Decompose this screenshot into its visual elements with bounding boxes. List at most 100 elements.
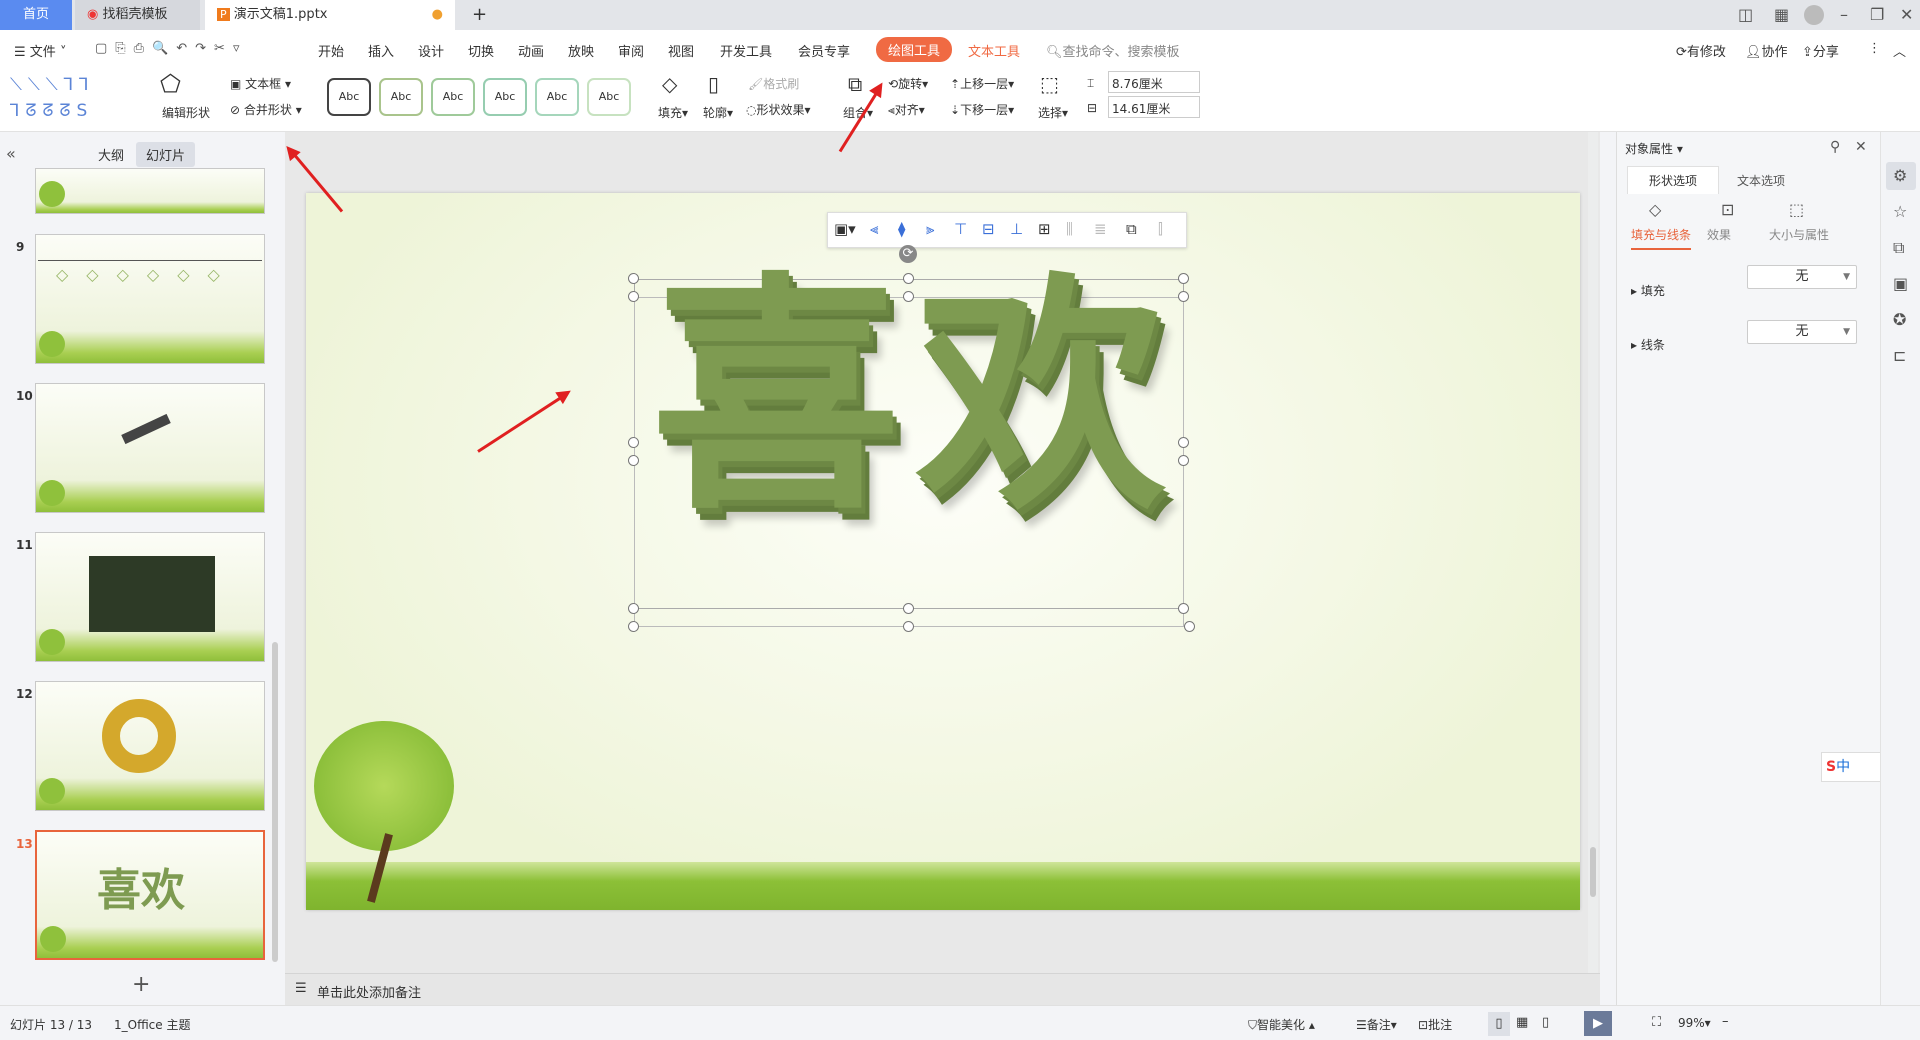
avatar[interactable] [1804,5,1824,25]
file-menu[interactable]: ☰ 文件 ˅ [14,41,66,60]
shape-style-1[interactable]: Abc [327,78,371,116]
resize-handle[interactable] [1178,273,1189,284]
height-input[interactable]: 8.76厘米 [1108,71,1200,93]
resize-handle[interactable] [628,621,639,632]
share-button[interactable]: ⇪分享 [1802,41,1839,60]
menu-member[interactable]: 会员专享 [798,41,850,60]
image-tool-icon[interactable]: ▣ [1893,276,1908,292]
menu-view[interactable]: 视图 [668,41,694,60]
align-right-icon[interactable]: ⫸ [926,220,934,238]
menu-slideshow[interactable]: 放映 [568,41,594,60]
select-button[interactable]: 选择▾ [1038,104,1068,121]
resize-handle[interactable] [903,291,914,302]
tab-document[interactable]: P 演示文稿1.pptx ● [205,0,455,30]
shape-style-6[interactable]: Abc [587,78,631,116]
reading-view-icon[interactable]: ▯ [1542,1015,1549,1030]
slide-thumbnail-12[interactable] [35,681,265,811]
resize-handle[interactable] [1178,437,1189,448]
group-objects-icon[interactable]: ⧉ [1126,220,1137,238]
shape-style-3[interactable]: Abc [431,78,475,116]
resize-handle[interactable] [628,603,639,614]
menu-text-tools[interactable]: 文本工具 [968,41,1020,60]
subtab-fill-line[interactable]: 填充与线条 [1631,226,1692,250]
edit-shape-button[interactable]: 编辑形状 [162,104,210,121]
collapse-ribbon-icon[interactable]: ︿ [1893,41,1906,60]
star-animation-icon[interactable]: ☆ [1893,204,1907,220]
align-bottom-icon[interactable]: ⊥ [1010,220,1023,238]
resize-handle[interactable] [903,273,914,284]
pin-icon[interactable]: ⚲ [1830,140,1840,154]
notes-placeholder[interactable]: 单击此处添加备注 [317,982,421,1001]
collapse-panel-icon[interactable]: « [6,146,16,162]
send-backward-button[interactable]: ⇣下移一层▾ [950,101,1014,118]
subtab-size-properties[interactable]: 大小与属性 [1769,226,1829,243]
bring-forward-button[interactable]: ⇡上移一层▾ [950,75,1014,92]
slide-title-char-1[interactable]: 喜 [651,248,901,548]
play-slideshow-button[interactable]: ▶ [1584,1011,1612,1036]
distribute-horizontal-icon[interactable]: ⫼ [1066,220,1073,238]
resize-handle[interactable] [1178,455,1189,466]
align-middle-icon[interactable]: ⊟ [982,220,995,238]
canvas-scrollbar[interactable] [1588,132,1598,973]
fit-window-icon[interactable]: ⛶ [1652,1015,1661,1030]
subtab-effect[interactable]: 效果 [1707,226,1731,243]
slide-sorter-icon[interactable]: ▦ [1516,1015,1528,1030]
new-tab-button[interactable]: + [460,0,487,30]
menu-review[interactable]: 审阅 [618,41,644,60]
normal-view-icon[interactable]: ▯ [1488,1012,1510,1036]
resize-handle[interactable] [1184,621,1195,632]
slide-thumbnail-13[interactable]: 喜欢 [35,830,265,960]
sliders-icon[interactable]: ⚙︎ [1893,168,1907,184]
slide-title-char-2[interactable]: 欢 [916,248,1166,548]
format-painter-button[interactable]: 🖌︎格式刷 [748,75,799,92]
rotate-button[interactable]: ⟲旋转▾ [888,75,928,92]
resize-handle[interactable] [1178,603,1189,614]
more-icon[interactable]: ⋮ [1868,41,1881,56]
slide[interactable]: ▣▾ ⫷ ⧫ ⫸ ⊤ ⊟ ⊥ ⊞ ⫼ ≣ ⧉ ⫿ ⟳ 喜 欢 [306,193,1580,910]
menu-animation[interactable]: 动画 [518,41,544,60]
menu-insert[interactable]: 插入 [368,41,394,60]
notes-toggle-button[interactable]: ☰备注▾ [1356,1016,1397,1033]
align-left-icon[interactable]: ⫷ [870,220,878,238]
tab-outline[interactable]: 大纲 [98,145,124,164]
line-select[interactable]: 无 ▼ [1747,320,1857,344]
textbox-button[interactable]: ▣ 文本框 ▾ [230,75,291,92]
command-search[interactable]: 🔍︎查找命令、搜索模板 [1046,41,1180,60]
zoom-out-button[interactable]: – [1722,1014,1729,1029]
slide-panel-scrollbar[interactable] [272,642,278,962]
fill-button[interactable]: 填充▾ [658,104,688,121]
apps-grid-icon[interactable]: ▦ [1774,7,1789,23]
resize-handle[interactable] [628,437,639,448]
minimize-icon[interactable]: – [1840,7,1848,23]
transition-icon[interactable]: ⧉ [1893,240,1904,256]
align-slide-center-icon[interactable]: ⊞ [1038,220,1051,238]
tab-shape-options[interactable]: 形状选项 [1627,166,1719,194]
layout-icon[interactable]: ◫ [1738,7,1753,23]
resize-handle[interactable] [903,603,914,614]
fill-select[interactable]: 无 ▼ [1747,265,1857,289]
slide-thumbnail-9[interactable]: ◇◇◇◇◇◇ [35,234,265,364]
restore-icon[interactable]: ❐ [1870,7,1884,23]
slide-thumbnail-8[interactable] [35,168,265,214]
resize-handle[interactable] [903,621,914,632]
resize-handle[interactable] [1178,291,1189,302]
align-center-icon[interactable]: ⧫ [898,220,905,238]
menu-drawing-tools[interactable]: 绘图工具 [876,37,953,62]
add-slide-button[interactable]: + [132,974,150,996]
idea-icon[interactable]: ✪ [1893,312,1906,328]
resize-handle[interactable] [628,273,639,284]
align-button[interactable]: ⫷对齐▾ [888,101,925,118]
align-top-icon[interactable]: ⊤ [954,220,967,238]
tab-text-options[interactable]: 文本选项 [1737,172,1785,189]
comment-button[interactable]: ⊡批注 [1418,1016,1452,1033]
shape-effect-button[interactable]: ◌形状效果▾ [746,101,811,118]
merge-shape-button[interactable]: ⊘ 合并形状 ▾ [230,101,302,118]
modified-button[interactable]: ⟳有修改 [1676,41,1726,60]
shape-style-5[interactable]: Abc [535,78,579,116]
tab-home[interactable]: 首页 [0,0,72,30]
collab-button[interactable]: 👤︎协作 [1745,41,1788,60]
line-section[interactable]: ▸ 线条 [1631,336,1665,353]
tab-templates[interactable]: ◉ 找稻壳模板 [75,0,200,30]
shape-style-2[interactable]: Abc [379,78,423,116]
smart-beautify-button[interactable]: ⛉智能美化 ▴ [1248,1016,1315,1033]
